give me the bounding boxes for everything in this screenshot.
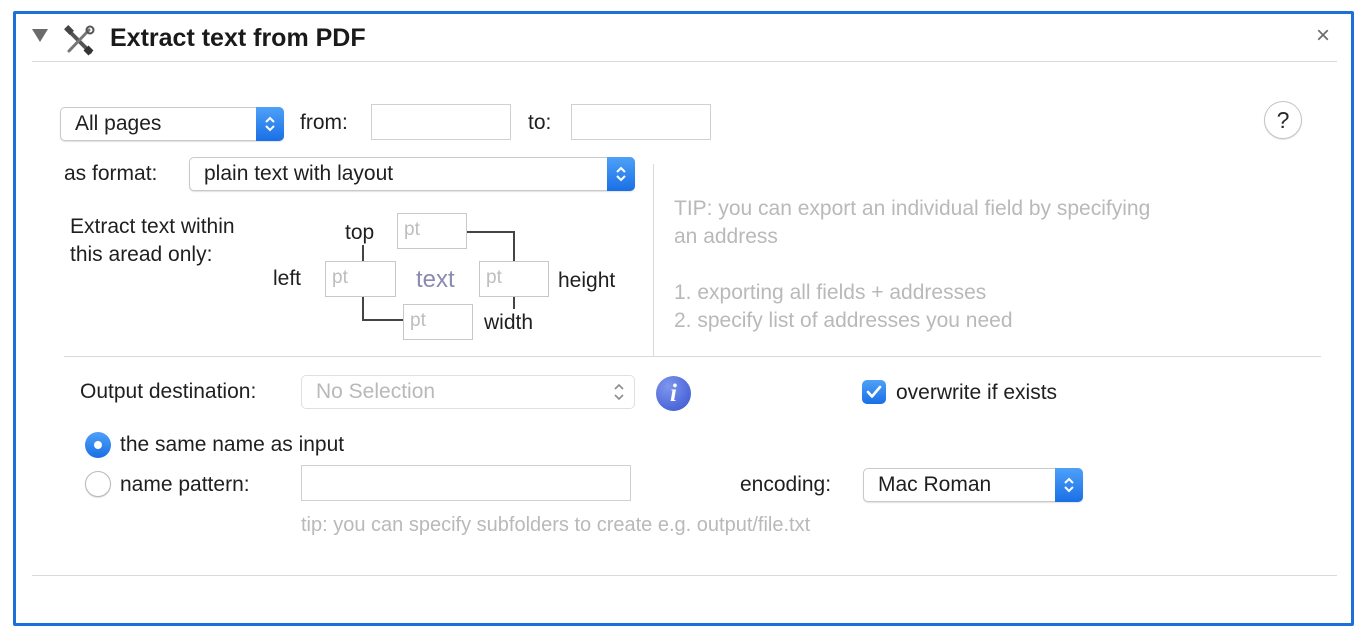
pages-popup[interactable]: All pages bbox=[60, 107, 284, 141]
info-icon[interactable]: i bbox=[656, 376, 691, 411]
top-input[interactable]: pt bbox=[397, 213, 467, 249]
from-input[interactable] bbox=[371, 104, 511, 140]
width-label: width bbox=[484, 311, 534, 334]
connector-line bbox=[513, 231, 515, 261]
left-label: left bbox=[273, 267, 302, 290]
action-title: Extract text from PDF bbox=[110, 24, 366, 52]
same-name-label: the same name as input bbox=[120, 433, 345, 456]
connector-line bbox=[362, 319, 404, 321]
height-label: height bbox=[558, 269, 616, 292]
overwrite-checkbox[interactable] bbox=[862, 380, 886, 404]
tip-line4: 2. specify list of addresses you need bbox=[674, 309, 1013, 332]
area-label-line2: this aread only: bbox=[70, 243, 213, 266]
overwrite-label: overwrite if exists bbox=[896, 381, 1058, 404]
action-panel: Extract text from PDF × All pages from: … bbox=[13, 11, 1354, 626]
output-destination-popup[interactable]: No Selection bbox=[301, 375, 635, 409]
name-pattern-radio[interactable] bbox=[85, 471, 111, 497]
popup-stepper-icon bbox=[612, 376, 626, 418]
same-name-radio[interactable] bbox=[85, 432, 111, 458]
area-label-line1: Extract text within bbox=[70, 215, 235, 238]
connector-line bbox=[467, 231, 515, 233]
pages-popup-value: All pages bbox=[75, 112, 162, 135]
close-icon[interactable]: × bbox=[1316, 24, 1330, 48]
encoding-popup-value: Mac Roman bbox=[878, 473, 992, 496]
output-destination-label: Output destination: bbox=[80, 380, 257, 403]
top-label: top bbox=[345, 221, 375, 244]
format-popup-value: plain text with layout bbox=[204, 162, 394, 185]
to-input[interactable] bbox=[571, 104, 711, 140]
popup-stepper-icon bbox=[256, 107, 284, 141]
popup-stepper-icon bbox=[607, 157, 635, 191]
disclosure-triangle-icon[interactable] bbox=[32, 29, 48, 42]
tip-line3: 1. exporting all fields + addresses bbox=[674, 281, 987, 304]
footer-divider bbox=[32, 575, 1337, 576]
format-label: as format: bbox=[64, 162, 158, 185]
tools-icon bbox=[63, 25, 95, 57]
name-pattern-input[interactable] bbox=[301, 465, 631, 501]
format-popup[interactable]: plain text with layout bbox=[189, 157, 635, 191]
popup-stepper-icon bbox=[1055, 468, 1083, 502]
connector-line bbox=[362, 293, 364, 321]
height-input[interactable]: pt bbox=[479, 261, 549, 297]
name-pattern-tip: tip: you can specify subfolders to creat… bbox=[301, 514, 811, 536]
section-divider bbox=[653, 164, 654, 356]
output-destination-value: No Selection bbox=[316, 380, 436, 403]
to-label: to: bbox=[528, 111, 552, 134]
encoding-popup[interactable]: Mac Roman bbox=[863, 468, 1083, 502]
left-input[interactable]: pt bbox=[325, 261, 396, 297]
name-pattern-label: name pattern: bbox=[120, 473, 250, 496]
connector-line bbox=[513, 295, 515, 309]
header-divider bbox=[32, 61, 1337, 62]
options-divider bbox=[64, 356, 1321, 357]
encoding-label: encoding: bbox=[740, 473, 832, 496]
tip-line2: an address bbox=[674, 225, 778, 248]
tip-line1: TIP: you can export an individual field … bbox=[674, 197, 1151, 220]
text-area-center-label: text bbox=[416, 266, 455, 293]
from-label: from: bbox=[300, 111, 348, 134]
width-input[interactable]: pt bbox=[403, 304, 473, 340]
help-button[interactable]: ? bbox=[1264, 101, 1302, 139]
